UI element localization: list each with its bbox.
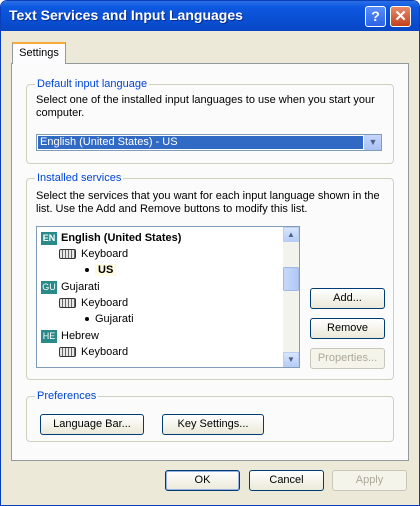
- tree-language-label: Hebrew: [61, 330, 99, 342]
- tree-service-hebrew-keyboard[interactable]: Keyboard: [59, 345, 128, 359]
- keyboard-icon: [59, 298, 76, 309]
- bullet-icon: [85, 268, 89, 273]
- title-bar[interactable]: Text Services and Input Languages ? ✕: [1, 1, 419, 31]
- tree-service-english-keyboard[interactable]: Keyboard: [59, 247, 128, 261]
- add-button[interactable]: Add...: [310, 288, 385, 309]
- apply-button[interactable]: Apply: [332, 470, 407, 491]
- cancel-button[interactable]: Cancel: [249, 470, 324, 491]
- installed-services-legend: Installed services: [35, 171, 124, 185]
- close-button[interactable]: ✕: [390, 6, 411, 27]
- window-title: Text Services and Input Languages: [9, 7, 243, 23]
- scroll-thumb[interactable]: [283, 267, 299, 291]
- default-input-language-legend: Default input language: [35, 77, 150, 91]
- properties-button[interactable]: Properties...: [310, 348, 385, 369]
- tree-layout-label: Gujarati: [95, 313, 134, 325]
- bullet-icon: [85, 317, 89, 322]
- tree-service-label: Keyboard: [81, 346, 129, 358]
- keyboard-icon: [59, 249, 76, 260]
- keyboard-icon: [59, 347, 76, 358]
- tree-language-english[interactable]: EN English (United States): [41, 231, 181, 245]
- ok-button[interactable]: OK: [165, 470, 240, 491]
- tree-scrollbar[interactable]: ▲ ▼: [283, 227, 299, 367]
- default-input-language-description: Select one of the installed input langua…: [36, 94, 375, 119]
- help-button[interactable]: ?: [365, 6, 386, 27]
- preferences-legend: Preferences: [35, 389, 99, 403]
- key-settings-button[interactable]: Key Settings...: [162, 414, 264, 435]
- chevron-down-icon[interactable]: ▼: [364, 135, 381, 150]
- language-bar-button[interactable]: Language Bar...: [40, 414, 144, 435]
- dialog-window: Text Services and Input Languages ? ✕ Se…: [0, 0, 420, 506]
- remove-button[interactable]: Remove: [310, 318, 385, 339]
- scroll-down-icon[interactable]: ▼: [283, 352, 299, 367]
- settings-panel: Default input language Select one of the…: [11, 63, 409, 461]
- tree-layout-gujarati[interactable]: Gujarati: [85, 312, 134, 326]
- tree-language-label: English (United States): [61, 232, 182, 244]
- language-badge-icon: EN: [41, 231, 57, 245]
- tree-layout-us[interactable]: US: [85, 263, 117, 277]
- tree-service-label: Keyboard: [81, 297, 129, 309]
- tree-service-label: Keyboard: [81, 248, 129, 260]
- tree-layout-label: US: [95, 264, 117, 276]
- default-language-selected: English (United States) - US: [38, 136, 363, 149]
- scroll-up-icon[interactable]: ▲: [283, 227, 299, 242]
- tree-language-hebrew[interactable]: HE Hebrew: [41, 329, 99, 343]
- tab-settings[interactable]: Settings: [12, 42, 66, 64]
- tree-service-gujarati-keyboard[interactable]: Keyboard: [59, 296, 128, 310]
- tree-language-label: Gujarati: [61, 281, 100, 293]
- language-badge-icon: HE: [41, 329, 57, 343]
- language-badge-icon: GU: [41, 280, 57, 294]
- installed-services-tree[interactable]: EN English (United States) Keyboard US GU…: [36, 226, 300, 368]
- default-language-dropdown[interactable]: English (United States) - US ▼: [36, 134, 382, 151]
- installed-services-description: Select the services that you want for ea…: [36, 190, 380, 215]
- tree-language-gujarati[interactable]: GU Gujarati: [41, 280, 100, 294]
